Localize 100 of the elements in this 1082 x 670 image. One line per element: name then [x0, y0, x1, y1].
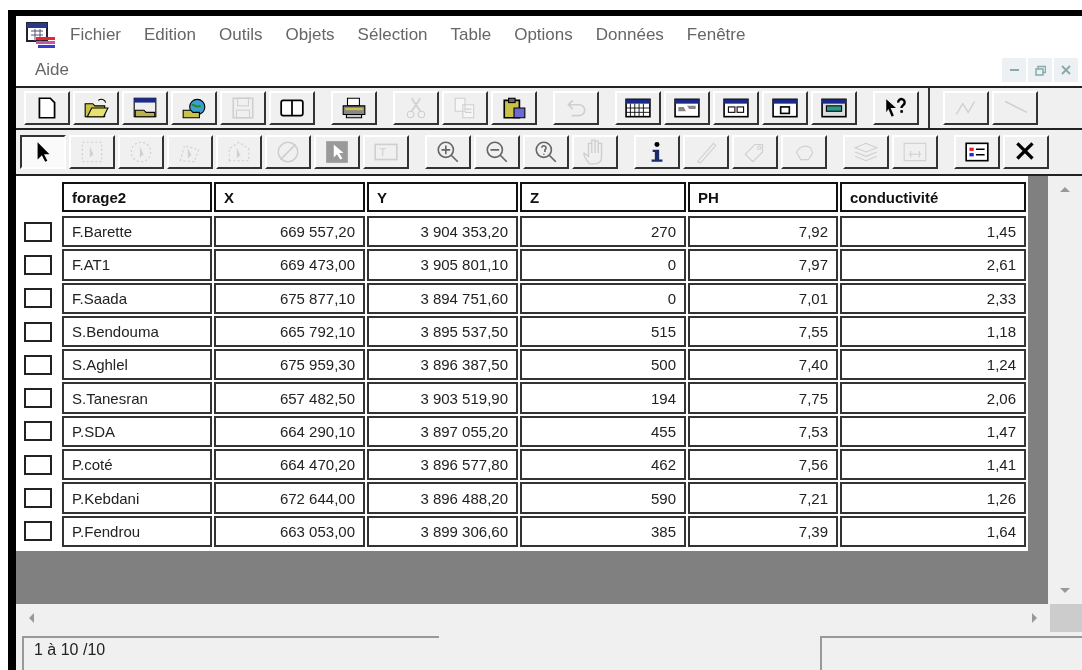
row-checkbox[interactable]: [24, 388, 52, 409]
column-header[interactable]: Y: [367, 182, 518, 212]
table-cell: 664 470,20: [214, 449, 365, 481]
table-cell: 500: [520, 349, 686, 381]
table-cell: 385: [520, 515, 686, 547]
menu-item[interactable]: Options: [514, 25, 573, 45]
table-cell: 0: [520, 282, 686, 314]
table-cell: 672 644,00: [214, 482, 365, 514]
column-header[interactable]: forage2: [62, 182, 212, 212]
table-cell: 665 792,10: [214, 315, 365, 348]
record-count: 1 à 10 /10: [22, 636, 439, 670]
zoom-query-icon: [533, 139, 559, 165]
table-cell: P.Kebdani: [62, 482, 212, 514]
table-cell: 3 905 801,10: [367, 249, 518, 281]
zoom-out-icon: [484, 139, 510, 165]
invert-selection-icon: [275, 139, 301, 165]
table-cell: 1,47: [840, 415, 1026, 448]
table-cell: 1,64: [840, 515, 1026, 547]
table-cell: 7,97: [688, 249, 838, 281]
table-cell: 3 899 306,60: [367, 515, 518, 547]
table-cell: 1,24: [840, 349, 1026, 381]
table-cell: 455: [520, 415, 686, 448]
menu-item[interactable]: Fichier: [70, 25, 121, 45]
table-cell: 1,26: [840, 482, 1026, 514]
table-cell: 7,21: [688, 482, 838, 514]
clipboard-icon: [501, 95, 527, 121]
right-arrow-icon: [1031, 612, 1039, 624]
table-cell: S.Tanesran: [62, 382, 212, 414]
table-cell: 7,56: [688, 449, 838, 481]
restore-icon: [1034, 64, 1046, 76]
table-cell: 7,39: [688, 515, 838, 547]
table-cell: 3 904 353,20: [367, 216, 518, 248]
column-header[interactable]: PH: [688, 182, 838, 212]
column-header[interactable]: conductivité: [840, 182, 1026, 212]
row-checkbox[interactable]: [24, 488, 52, 508]
menu-item[interactable]: Edition: [144, 25, 196, 45]
table-cell: 590: [520, 482, 686, 514]
table-cell: 663 053,00: [214, 515, 365, 547]
table-cell: F.Saada: [62, 282, 212, 314]
table-cell: S.Bendouma: [62, 315, 212, 348]
table-cell: 664 290,10: [214, 415, 365, 448]
app-icon: [26, 21, 56, 49]
menu-item[interactable]: Fenêtre: [686, 25, 746, 45]
up-arrow-icon: [1059, 185, 1071, 193]
radius-select-icon: [128, 139, 154, 165]
menu-item[interactable]: Outils: [219, 25, 263, 45]
row-checkbox[interactable]: [24, 221, 52, 242]
table-cell: 1,41: [840, 449, 1026, 481]
minimize-icon: [1009, 69, 1019, 71]
menu-item[interactable]: Table: [450, 25, 492, 45]
column-header[interactable]: X: [214, 182, 365, 212]
table-cell: F.AT1: [62, 249, 212, 281]
menu-item[interactable]: Données: [595, 25, 664, 45]
table-cell: 3 896 577,80: [367, 449, 518, 481]
table-cell: F.Barette: [62, 216, 212, 248]
table-cell: 669 473,00: [214, 249, 365, 281]
row-checkbox[interactable]: [24, 521, 52, 542]
table-cell: 675 877,10: [214, 282, 365, 314]
table-cell: 515: [520, 315, 686, 348]
row-checkbox[interactable]: [24, 354, 52, 375]
toolbar-button[interactable]: [20, 135, 66, 169]
table-cell: 7,40: [688, 349, 838, 381]
table-cell: P.coté: [62, 449, 212, 481]
menu-item[interactable]: Aide: [35, 60, 70, 80]
table-cell: 657 482,50: [214, 382, 365, 414]
menu-item[interactable]: Objets: [285, 25, 335, 45]
table-cell: 2,33: [840, 282, 1026, 314]
graphic-select-icon: [324, 139, 350, 165]
table-cell: 2,61: [840, 249, 1026, 281]
down-arrow-icon: [1059, 587, 1071, 595]
row-checkbox[interactable]: [24, 288, 52, 309]
scrollbar-corner: [1050, 604, 1082, 632]
row-checkbox[interactable]: [24, 421, 52, 442]
row-checkbox[interactable]: [24, 454, 52, 475]
menu-item[interactable]: Sélection: [357, 25, 428, 45]
table-cell: 7,55: [688, 315, 838, 348]
table-cell: P.Fendrou: [62, 515, 212, 547]
table-cell: 3 894 751,60: [367, 282, 518, 314]
table-cell: 3 896 387,50: [367, 349, 518, 381]
table-cell: 1,18: [840, 315, 1026, 348]
table-cell: 675 959,30: [214, 349, 365, 381]
table-cell: 7,75: [688, 382, 838, 414]
close-icon: [1061, 65, 1071, 75]
column-header[interactable]: Z: [520, 182, 686, 212]
table-cell: S.Aghlel: [62, 349, 212, 381]
table-cell: 462: [520, 449, 686, 481]
table-cell: 7,01: [688, 282, 838, 314]
table-cell: 7,92: [688, 216, 838, 248]
table-cell: 270: [520, 216, 686, 248]
table-cell: 669 557,20: [214, 216, 365, 248]
left-arrow-icon: [27, 612, 35, 624]
table-cell: 194: [520, 382, 686, 414]
table-cell: 0: [520, 249, 686, 281]
row-checkbox[interactable]: [24, 254, 52, 275]
table-cell: 3 895 537,50: [367, 315, 518, 348]
row-checkbox[interactable]: [24, 321, 52, 342]
table-cell: 3 896 488,20: [367, 482, 518, 514]
table-cell: P.SDA: [62, 415, 212, 448]
printer-icon: [341, 95, 367, 121]
table-cell: 3 903 519,90: [367, 382, 518, 414]
